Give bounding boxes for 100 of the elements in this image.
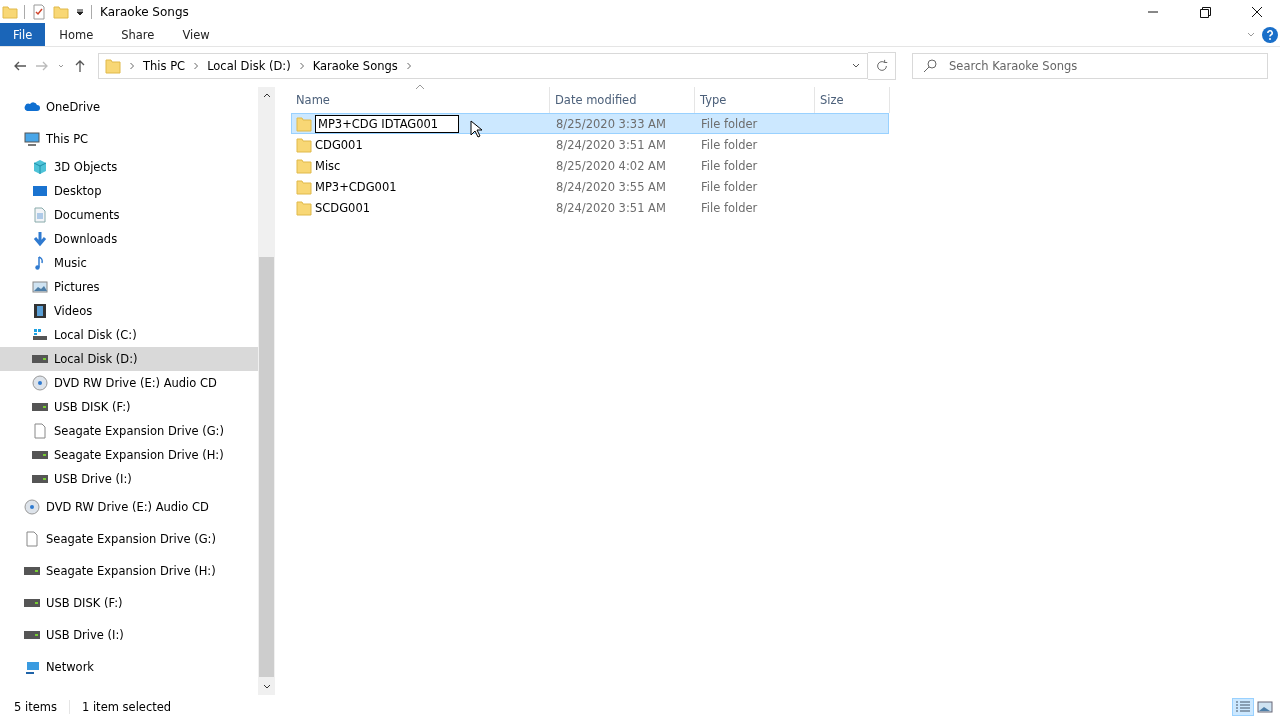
- mouse-cursor-icon: [470, 119, 482, 138]
- documents-icon: [32, 207, 48, 223]
- sidebar-label: Documents: [54, 208, 120, 222]
- file-name: CDG001: [315, 137, 363, 152]
- folder-icon: [296, 199, 312, 216]
- sidebar-label: Local Disk (C:): [54, 328, 137, 342]
- search-field[interactable]: Search Karaoke Songs: [912, 53, 1268, 79]
- sidebar-label: Seagate Expansion Drive (G:): [54, 424, 224, 438]
- refresh-icon: [874, 59, 889, 73]
- dropdown-icon[interactable]: [75, 6, 85, 17]
- selection-count: 1 item selected: [81, 699, 172, 714]
- help-icon[interactable]: [1262, 26, 1278, 43]
- properties-icon[interactable]: [31, 3, 47, 20]
- sidebar-item[interactable]: Seagate Expansion Drive (G:): [0, 419, 258, 443]
- sidebar-label: 3D Objects: [54, 160, 118, 174]
- sidebar-item[interactable]: Network: [0, 651, 258, 683]
- blank-drive-icon: [32, 423, 48, 439]
- optical-drive-icon: [24, 499, 40, 515]
- sidebar-item[interactable]: Seagate Expansion Drive (G:): [0, 523, 258, 555]
- window-title: Karaoke Songs: [100, 4, 189, 19]
- date-modified: 8/24/2020 3:51 AM: [555, 200, 667, 215]
- chevron-right-icon[interactable]: [298, 61, 305, 71]
- sidebar-item[interactable]: Pictures: [0, 275, 258, 299]
- folder-icon: [296, 157, 312, 174]
- folder-icon: [296, 115, 312, 132]
- item-count: 5 items: [14, 699, 57, 714]
- ribbon-tab[interactable]: File: [0, 23, 46, 46]
- sidebar-item[interactable]: Documents: [0, 203, 258, 227]
- refresh-button[interactable]: [868, 52, 896, 80]
- videos-icon: [32, 303, 48, 319]
- sidebar-label: Seagate Expansion Drive (H:): [46, 564, 216, 578]
- date-modified: 8/24/2020 3:51 AM: [555, 137, 667, 152]
- sidebar-item[interactable]: USB Drive (I:): [0, 467, 258, 491]
- sidebar-label: USB Drive (I:): [54, 472, 132, 486]
- sidebar-label: This PC: [46, 132, 89, 146]
- sidebar-label: Music: [54, 256, 87, 270]
- file-type: File folder: [700, 158, 759, 173]
- sidebar-label: Videos: [54, 304, 93, 318]
- sidebar-item[interactable]: Downloads: [0, 227, 258, 251]
- new-folder-icon[interactable]: [53, 3, 69, 20]
- sidebar-label: USB Drive (I:): [46, 628, 124, 642]
- sidebar-item[interactable]: USB DISK (F:): [0, 587, 258, 619]
- scrollbar-thumb[interactable]: [259, 257, 274, 677]
- system-drive-icon: [32, 327, 48, 343]
- details-view-button[interactable]: [1232, 697, 1254, 716]
- folder-icon: [296, 178, 312, 195]
- optical-drive-icon: [32, 375, 48, 391]
- chevron-right-icon[interactable]: [129, 61, 135, 71]
- sidebar-item[interactable]: Desktop: [0, 179, 258, 203]
- blank-drive-icon: [24, 531, 40, 547]
- sidebar-label: Downloads: [54, 232, 118, 246]
- sidebar-label: DVD RW Drive (E:) Audio CD: [46, 500, 209, 514]
- breadcrumb[interactable]: This PC: [143, 59, 186, 73]
- folder-icon: [296, 136, 312, 153]
- file-type: File folder: [700, 137, 759, 152]
- sidebar-item[interactable]: 3D Objects: [0, 155, 258, 179]
- date-modified: 8/24/2020 3:55 AM: [555, 179, 667, 194]
- sort-ascending-icon: [415, 84, 425, 90]
- folder-icon: [2, 3, 18, 20]
- file-name: Misc: [315, 158, 341, 173]
- rename-field[interactable]: MP3+CDG IDTAG001: [315, 114, 459, 133]
- file-name: SCDG001: [315, 200, 371, 215]
- downloads-icon: [32, 231, 48, 247]
- file-name: MP3+CDG001: [315, 179, 397, 194]
- sidebar-item[interactable]: Music: [0, 251, 258, 275]
- sidebar-label: Seagate Expansion Drive (G:): [46, 532, 216, 546]
- sidebar-item[interactable]: DVD RW Drive (E:) Audio CD: [0, 371, 258, 395]
- sidebar-item[interactable]: Videos: [0, 299, 258, 323]
- sidebar-label: DVD RW Drive (E:) Audio CD: [54, 376, 217, 390]
- sidebar-label: Pictures: [54, 280, 100, 294]
- desktop-icon: [32, 183, 48, 199]
- sidebar-item[interactable]: Local Disk (D:): [0, 347, 258, 371]
- file-row[interactable]: CDG001 8/24/2020 3:51 AM File folder: [291, 134, 889, 155]
- file-type: File folder: [700, 116, 759, 131]
- sidebar-label: Network: [46, 660, 95, 674]
- sidebar-item[interactable]: USB DISK (F:): [0, 395, 258, 419]
- sidebar-label: USB DISK (F:): [46, 596, 123, 610]
- computer-icon: [24, 131, 40, 147]
- file-row[interactable]: Misc 8/25/2020 4:02 AM File folder: [291, 155, 889, 176]
- search-icon: [922, 58, 938, 74]
- chevron-right-icon[interactable]: [405, 61, 412, 71]
- pictures-icon: [32, 279, 48, 295]
- address-bar[interactable]: This PC Local Disk (D:) Karaoke Songs: [98, 53, 868, 79]
- sidebar-label: Seagate Expansion Drive (H:): [54, 448, 224, 462]
- sidebar-label: OneDrive: [46, 100, 101, 114]
- objects-icon: [32, 159, 48, 175]
- breadcrumb[interactable]: Karaoke Songs: [312, 59, 398, 73]
- chevron-right-icon[interactable]: [193, 61, 200, 71]
- sidebar-item[interactable]: This PC: [0, 123, 258, 155]
- sidebar-item[interactable]: Seagate Expansion Drive (H:): [0, 555, 258, 587]
- file-row[interactable]: SCDG001 8/24/2020 3:51 AM File folder: [291, 197, 889, 218]
- sidebar-item[interactable]: USB Drive (I:): [0, 619, 258, 651]
- sidebar-item[interactable]: OneDrive: [0, 91, 258, 123]
- scrollbar[interactable]: [258, 87, 275, 695]
- breadcrumb[interactable]: Local Disk (D:): [207, 59, 291, 73]
- sidebar-item[interactable]: DVD RW Drive (E:) Audio CD: [0, 491, 258, 523]
- sidebar-item[interactable]: Local Disk (C:): [0, 323, 258, 347]
- sidebar-item[interactable]: Seagate Expansion Drive (H:): [0, 443, 258, 467]
- file-row[interactable]: MP3+CDG001 8/24/2020 3:55 AM File folder: [291, 176, 889, 197]
- file-type: File folder: [700, 200, 759, 215]
